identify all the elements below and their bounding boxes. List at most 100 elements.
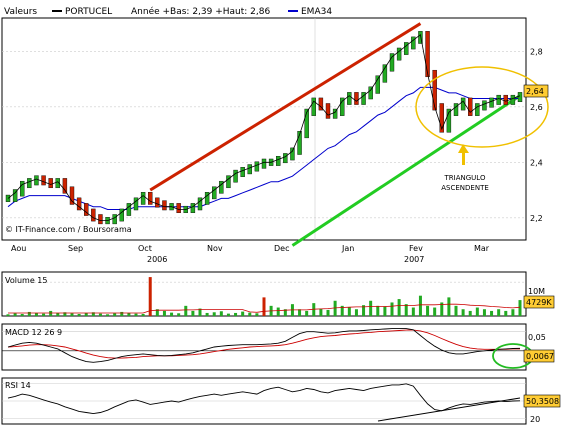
price-bar [354,92,359,105]
price-bar [254,161,260,172]
rsi-last-value: 50,3508 [526,397,559,406]
price-bar [34,175,39,186]
price-bar [41,175,46,186]
price-bar [290,147,295,161]
volume-bar [42,313,46,316]
price-y-tick: 2,2 [530,214,543,223]
volume-bar [34,312,38,316]
volume-bar [390,302,394,316]
annotation-line2: ASCENDENTE [441,184,489,192]
price-bar [261,158,267,169]
volume-bar [468,310,472,316]
stock-chart: 2,8 2,6 2,4 2,2 TRIANGULO ASCENDENTE 2,64 V… [1,6,561,425]
volume-bar [511,309,515,316]
price-bar [347,92,352,105]
volume-bar [454,305,458,316]
volume-bar [433,307,437,316]
price-bar [148,192,153,205]
macd-tick-005: 0,05 [528,333,546,342]
volume-bar [127,312,131,316]
price-bar [155,197,160,208]
price-bar [190,203,196,214]
volume-bar [170,312,174,316]
price-bar [240,167,245,177]
price-bar [233,169,238,183]
volume-bar [141,313,145,316]
volume-bar [426,305,430,316]
price-bar [503,94,508,105]
volume-bar [276,307,280,316]
price-bar [48,178,53,189]
price-bar [112,214,117,225]
month-label-dec: Dec [274,244,289,253]
volume-bar [376,305,380,316]
volume-bar [347,307,351,316]
volume-bar [191,310,195,316]
volume-tick-10m: 10M [528,287,545,296]
volume-title: Volume 15 [5,276,47,285]
volume-bar [461,309,465,316]
volume-bar [106,314,110,316]
month-label-aou: Aou [11,244,26,253]
price-bar [162,200,167,211]
macd-last-value: 0,0067 [526,352,554,361]
volume-bar [27,311,31,316]
price-bar [311,97,316,116]
volume-bar [497,309,501,316]
volume-bar [13,313,17,316]
year-stats: Année +Bas: 2,39 +Haut: 2,86 [131,6,270,17]
price-bar [91,208,96,222]
volume-bar [262,297,266,316]
volume-bar [177,313,181,316]
volume-bar [77,313,81,316]
year-label-2007: 2007 [404,255,424,264]
volume-bar [354,309,358,316]
price-bar [325,103,331,119]
volume-bar [134,313,138,316]
annotation-line1: TRIANGULO [444,174,486,182]
copyright-notice: © IT-Finance.com / Boursorama [5,225,132,234]
volume-bar [241,311,245,316]
price-bar [98,214,103,225]
volume-bar [326,309,330,316]
volume-bar [305,310,309,316]
month-label-oct: Oct [138,244,152,253]
macd-panel-frame [1,323,527,371]
volume-bar [369,300,373,316]
volume-bar [205,312,209,316]
volume-bar [475,307,479,316]
rsi-title: RSI 14 [5,381,31,390]
macd-title: MACD 12 26 9 [5,328,62,337]
price-y-tick: 2,6 [530,103,543,112]
volume-bar [482,309,486,316]
price-bar [517,92,523,103]
price-bar [283,153,288,164]
volume-bar [162,310,166,316]
price-y-tick: 2,8 [530,47,543,56]
price-bar [276,155,281,166]
volume-bar [49,310,53,316]
price-last-value: 2,64 [526,87,544,96]
month-label-mar: Mar [474,244,490,253]
month-label-jan: Jan [341,244,354,253]
price-bar [475,103,480,116]
volume-last-value: 4729K [526,298,552,307]
volume-bar [98,313,102,316]
ema-legend-label: EMA34 [301,7,332,17]
volume-bar [397,299,401,316]
price-bar [482,100,487,111]
volume-bar [248,312,252,316]
volume-bar [383,306,387,316]
volume-bar [490,310,494,316]
stock-name: PORTUCEL [65,7,112,17]
volume-bar [120,311,124,316]
volume-bar [56,312,60,316]
price-bar [247,164,252,175]
volume-bar [226,313,230,316]
price-bar [425,31,430,78]
price-bar [510,94,516,105]
month-label-sep: Sep [68,244,83,253]
volume-bar [319,308,323,316]
price-bar [496,94,501,105]
price-bar [20,180,25,197]
